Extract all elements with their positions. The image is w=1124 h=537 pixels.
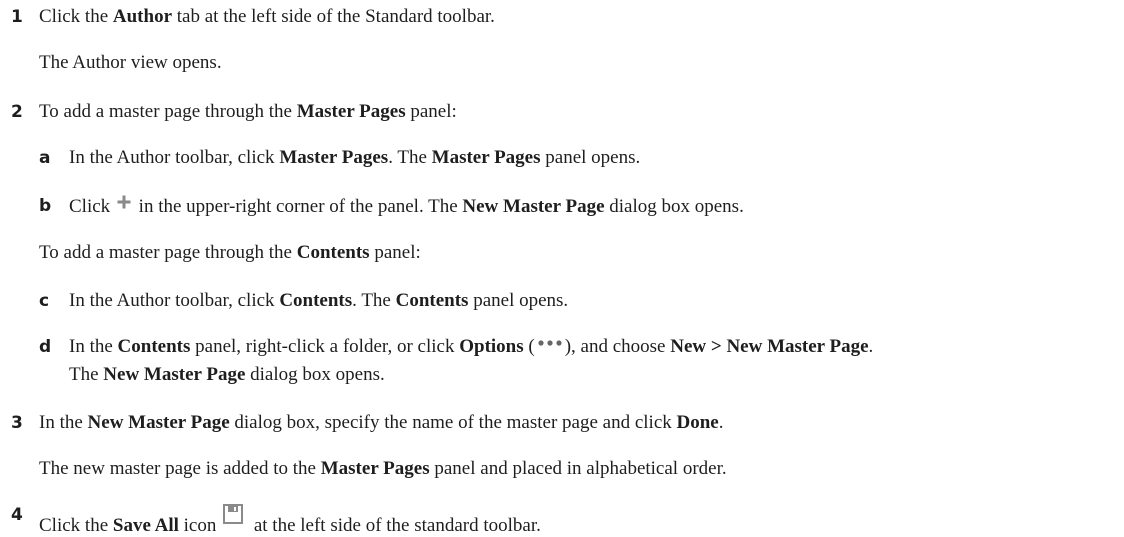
step-3-result-part: panel and placed in alphabetical order. <box>429 458 727 479</box>
substep-b-text-part: dialog box opens. <box>604 196 744 217</box>
step-3-new-master-page-term: New Master Page <box>87 412 230 433</box>
plus-icon <box>117 195 131 209</box>
substep-b-text-part: Click <box>69 196 115 217</box>
substep-letter-c: c <box>39 291 50 311</box>
step-number-1: 1 <box>11 7 23 27</box>
step-number-3: 3 <box>11 413 23 433</box>
substep-d-text-part: ( <box>523 336 535 357</box>
substep-c-contents-term: Contents <box>395 290 469 311</box>
substep-b-new-master-page-term: New Master Page <box>462 196 605 217</box>
alt-intro-text-part: To add a master page through the <box>39 242 297 263</box>
step-3-done-term: Done <box>676 412 719 433</box>
step-4-save-all-term: Save All <box>112 515 179 536</box>
step-3-text: In the New Master Page dialog box, speci… <box>39 412 724 434</box>
step-2-master-pages-term: Master Pages <box>296 101 406 122</box>
substep-d-options-term: Options <box>459 336 524 357</box>
step-2-text: To add a master page through the Master … <box>39 101 457 123</box>
substep-d-new-master-page-term: New Master Page <box>103 364 246 385</box>
substep-d-line2-part: dialog box opens. <box>245 364 385 385</box>
step-3-result: The new master page is added to the Mast… <box>39 458 727 480</box>
alt-intro-text-part: panel: <box>369 242 421 263</box>
substep-b-text: Click in the upper-right corner of the p… <box>69 195 744 218</box>
substep-d-text-part: panel, right-click a folder, or click <box>190 336 460 357</box>
step-1-result: The Author view opens. <box>39 52 222 73</box>
step-3-master-pages-term: Master Pages <box>320 458 430 479</box>
step-4-text: Click the Save All icon at the left side… <box>39 504 541 537</box>
step-2-text-part: To add a master page through the <box>39 101 297 122</box>
save-icon <box>223 504 244 524</box>
step-2-text-part: panel: <box>405 101 457 122</box>
substep-a-text-part: panel opens. <box>540 147 641 168</box>
substep-c-text: In the Author toolbar, click Contents. T… <box>69 290 568 312</box>
substep-c-text-part: In the Author toolbar, click <box>69 290 280 311</box>
substep-letter-a: a <box>39 148 51 168</box>
substep-letter-b: b <box>39 196 52 216</box>
step-number-4: 4 <box>11 505 23 525</box>
substep-d-text-line2: The New Master Page dialog box opens. <box>69 364 385 386</box>
substep-a-text-part: In the Author toolbar, click <box>69 147 280 168</box>
substep-c-contents-term: Contents <box>279 290 353 311</box>
substep-d-text: In the Contents panel, right-click a fol… <box>69 336 873 358</box>
substep-a-master-pages-term: Master Pages <box>431 147 541 168</box>
substep-d-text-part: In the <box>69 336 118 357</box>
step-1-text: Click the Author tab at the left side of… <box>39 6 495 28</box>
step-2-alt-intro: To add a master page through the Content… <box>39 242 421 264</box>
substep-letter-d: d <box>39 337 52 357</box>
step-3-text-part: dialog box, specify the name of the mast… <box>229 412 677 433</box>
substep-a-master-pages-term: Master Pages <box>279 147 389 168</box>
substep-a-text: In the Author toolbar, click Master Page… <box>69 147 640 169</box>
step-4-text-part: Click the <box>39 515 113 536</box>
substep-c-text-part: panel opens. <box>468 290 569 311</box>
substep-d-text-part: . <box>868 336 874 357</box>
step-3-text-part: In the <box>39 412 88 433</box>
alt-intro-contents-term: Contents <box>296 242 370 263</box>
step-4-text-part: at the left side of the standard toolbar… <box>249 515 541 536</box>
substep-b-text-part: in the upper-right corner of the panel. … <box>133 196 463 217</box>
more-options-icon <box>538 340 562 346</box>
substep-d-line2-part: The <box>69 364 104 385</box>
step-1-text-part: tab at the left side of the Standard too… <box>172 6 495 27</box>
step-1-text-part: Click the <box>39 6 113 27</box>
substep-d-text-part: ), and choose <box>564 336 671 357</box>
substep-c-text-part: . The <box>352 290 396 311</box>
substep-d-new-master-page-menu-term: New > New Master Page <box>670 336 869 357</box>
step-number-2: 2 <box>11 102 23 122</box>
step-1-author-tab-term: Author <box>112 6 173 27</box>
substep-a-text-part: . The <box>388 147 432 168</box>
step-3-text-part: . <box>718 412 724 433</box>
substep-d-contents-term: Contents <box>117 336 191 357</box>
step-4-text-part: icon <box>178 515 222 536</box>
step-3-result-part: The new master page is added to the <box>39 458 321 479</box>
